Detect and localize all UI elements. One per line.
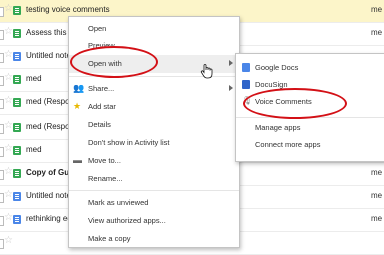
menu-divider — [69, 190, 239, 191]
star-icon[interactable]: ☆ — [4, 167, 13, 177]
hand-cursor-icon — [200, 64, 213, 79]
menu-item-share[interactable]: 👥 Share... — [69, 80, 239, 98]
star-icon[interactable]: ☆ — [4, 27, 13, 37]
file-owner: me — [371, 5, 383, 14]
star-icon[interactable]: ☆ — [4, 50, 13, 60]
star-icon[interactable]: ☆ — [4, 121, 13, 131]
google-docs-icon — [242, 63, 250, 72]
menu-item-label: Rename... — [88, 174, 123, 183]
docusign-icon — [242, 80, 250, 89]
menu-item-move-to[interactable]: ▬ Move to... — [69, 152, 239, 170]
menu-item-details[interactable]: Details — [69, 116, 239, 134]
file-name[interactable]: med — [26, 145, 68, 154]
microphone-icon: 🎙 — [242, 96, 253, 105]
menu-item-label: Preview — [88, 41, 115, 50]
open-with-submenu: Google Docs DocuSign 🎙 Voice Comments Ma… — [235, 53, 384, 162]
doc-icon — [13, 52, 21, 61]
menu-item-dont-show[interactable]: Don't show in Activity list — [69, 134, 239, 152]
star-icon[interactable]: ☆ — [4, 190, 13, 200]
star-icon[interactable]: ☆ — [4, 73, 13, 83]
folder-icon: ▬ — [73, 155, 82, 165]
submenu-item-label: Voice Comments — [255, 97, 312, 106]
menu-item-open[interactable]: Open — [69, 20, 239, 38]
doc-icon — [13, 169, 21, 178]
doc-icon — [13, 123, 21, 132]
people-icon: 👥 — [73, 83, 85, 93]
star-icon[interactable]: ☆ — [4, 144, 13, 154]
file-name[interactable]: med (Respon — [26, 97, 68, 106]
star-icon[interactable]: ☆ — [4, 4, 13, 14]
context-menu: Open Preview Open with 👥 Share... ★ Add … — [68, 16, 240, 248]
star-icon[interactable]: ☆ — [4, 96, 13, 106]
file-owner: me — [371, 191, 383, 200]
doc-icon — [13, 75, 21, 84]
doc-icon — [13, 146, 21, 155]
submenu-item-label: DocuSign — [255, 80, 288, 89]
submenu-item-voice-comments[interactable]: 🎙 Voice Comments — [236, 93, 384, 111]
file-name[interactable]: rethinking ed — [26, 214, 68, 223]
submenu-item-label: Manage apps — [255, 123, 301, 132]
menu-item-rename[interactable]: Rename... — [69, 170, 239, 188]
file-owner: me — [371, 28, 383, 37]
submenu-arrow-icon — [229, 85, 233, 91]
file-owner: me — [371, 168, 383, 177]
file-name[interactable]: testing voice comments — [26, 5, 186, 14]
menu-item-mark-unviewed[interactable]: Mark as unviewed — [69, 194, 239, 212]
menu-item-label: View authorized apps... — [88, 216, 166, 225]
file-owner: me — [371, 214, 383, 223]
file-name[interactable]: med — [26, 74, 68, 83]
star-icon[interactable]: ☆ — [4, 213, 13, 223]
menu-item-make-copy[interactable]: Make a copy — [69, 230, 239, 248]
star-icon: ★ — [73, 101, 82, 111]
submenu-item-label: Connect more apps — [255, 140, 321, 149]
menu-item-label: Details — [88, 120, 111, 129]
submenu-item-connect-more[interactable]: Connect more apps — [236, 136, 384, 154]
menu-item-label: Move to... — [88, 156, 121, 165]
submenu-item-label: Google Docs — [255, 63, 299, 72]
file-name[interactable]: med (Respon — [26, 122, 68, 131]
menu-item-label: Mark as unviewed — [88, 198, 149, 207]
file-name[interactable]: Untitled notes — [26, 51, 68, 60]
menu-item-label: Share... — [88, 84, 115, 93]
menu-item-label: Don't show in Activity list — [88, 138, 170, 147]
star-icon[interactable]: ☆ — [4, 236, 13, 246]
menu-item-label: Open with — [88, 59, 122, 68]
submenu-item-google-docs[interactable]: Google Docs — [236, 59, 384, 77]
menu-item-label: Open — [88, 24, 107, 33]
menu-item-label: Add star — [88, 102, 116, 111]
submenu-item-manage-apps[interactable]: Manage apps — [236, 119, 384, 137]
doc-icon — [13, 192, 21, 201]
file-name[interactable]: Untitled notes — [26, 191, 68, 200]
menu-item-add-star[interactable]: ★ Add star — [69, 98, 239, 116]
menu-divider — [236, 117, 384, 118]
file-name[interactable]: Copy of Gue — [26, 168, 68, 177]
doc-icon — [13, 29, 21, 38]
file-name[interactable]: Assess this t — [26, 28, 68, 37]
doc-icon — [13, 215, 21, 224]
menu-item-view-apps[interactable]: View authorized apps... — [69, 212, 239, 230]
menu-item-preview[interactable]: Preview — [69, 37, 239, 55]
doc-icon — [13, 6, 21, 15]
submenu-item-docusign[interactable]: DocuSign — [236, 76, 384, 94]
doc-icon — [13, 98, 21, 107]
submenu-arrow-icon — [229, 60, 233, 66]
